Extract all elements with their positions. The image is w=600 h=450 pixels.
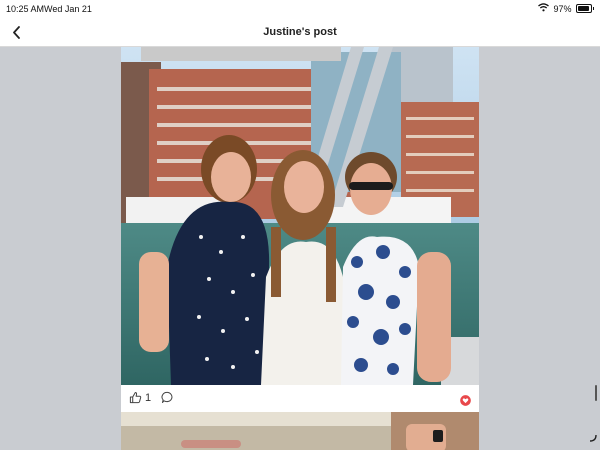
- resize-handle-icon[interactable]: [589, 429, 597, 447]
- status-bar: 10:25 AM Wed Jan 21 97%: [0, 0, 600, 18]
- battery-icon: [575, 4, 592, 13]
- battery-fill: [577, 6, 590, 11]
- like-count: 1: [145, 391, 152, 404]
- like-button[interactable]: 1: [129, 391, 151, 404]
- post-photo[interactable]: [121, 47, 479, 385]
- page-title: Justine's post: [263, 26, 337, 38]
- photo-illustration: [121, 47, 479, 385]
- wifi-icon: [538, 3, 550, 14]
- post-card: 1: [121, 47, 479, 414]
- favorite-button[interactable]: [460, 393, 471, 411]
- next-post-photo[interactable]: [121, 412, 479, 450]
- status-date: Wed Jan 21: [44, 4, 92, 14]
- status-right-group: 97%: [538, 3, 594, 14]
- comment-button[interactable]: [161, 391, 174, 409]
- battery-tip: [592, 7, 594, 10]
- scrollbar[interactable]: [595, 385, 597, 401]
- status-time: 10:25 AM: [6, 4, 45, 14]
- next-post-card: [121, 412, 479, 450]
- nav-bar: Justine's post: [0, 18, 600, 47]
- battery-percent: 97%: [553, 3, 572, 14]
- post-action-bar: 1: [121, 385, 479, 414]
- thumbs-up-icon: [129, 391, 142, 404]
- comment-bubble-icon: [161, 391, 173, 404]
- heart-icon: [460, 395, 471, 406]
- post-feed[interactable]: 1: [0, 47, 600, 450]
